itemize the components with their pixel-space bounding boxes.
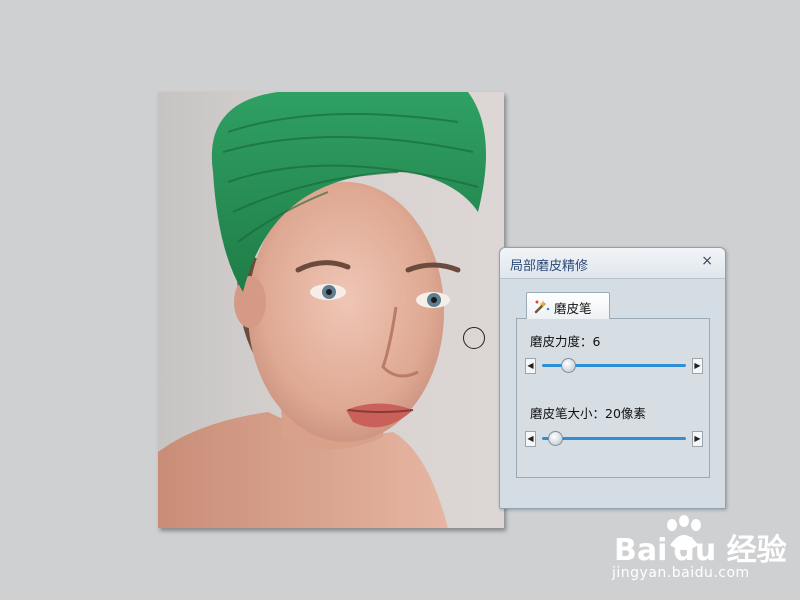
arrow-left-icon[interactable]: ◀ — [525, 431, 536, 447]
strength-thumb[interactable] — [561, 358, 576, 373]
tab-label: 磨皮笔 — [554, 301, 592, 316]
brush-size-label: 磨皮笔大小：20像素 — [530, 406, 646, 421]
watermark-brand: Bai du 经验 — [614, 533, 787, 568]
arrow-right-icon[interactable]: ▶ — [692, 358, 703, 374]
arrow-left-icon[interactable]: ◀ — [525, 358, 536, 374]
strength-label: 磨皮力度：6 — [530, 334, 601, 349]
dialog-titlebar[interactable]: 局部磨皮精修 × — [500, 248, 725, 279]
watermark-url: jingyan.baidu.com — [612, 565, 750, 581]
strength-slider[interactable]: ◀ ▶ — [525, 358, 703, 374]
dialog-title: 局部磨皮精修 — [510, 259, 589, 274]
baidu-jingyan-watermark: Bai du 经验 jingyan.baidu.com — [600, 512, 790, 592]
brush-size-slider[interactable]: ◀ ▶ — [525, 431, 703, 447]
brush-wand-icon — [533, 297, 551, 319]
arrow-right-icon[interactable]: ▶ — [692, 431, 703, 447]
close-icon[interactable]: × — [701, 253, 713, 269]
brush-size-track[interactable] — [542, 437, 686, 440]
portrait-image — [158, 92, 486, 528]
brush-size-thumb[interactable] — [548, 431, 563, 446]
brush-cursor — [463, 327, 485, 349]
tab-smoothing-brush[interactable]: 磨皮笔 — [526, 292, 610, 319]
photo-canvas[interactable] — [158, 92, 504, 528]
settings-panel: 磨皮力度：6 ◀ ▶ 磨皮笔大小：20像素 ◀ ▶ — [516, 318, 710, 478]
local-smoothing-dialog: 局部磨皮精修 × 磨皮笔 磨皮力度：6 ◀ ▶ 磨皮笔大小：20像素 ◀ ▶ — [499, 247, 726, 509]
